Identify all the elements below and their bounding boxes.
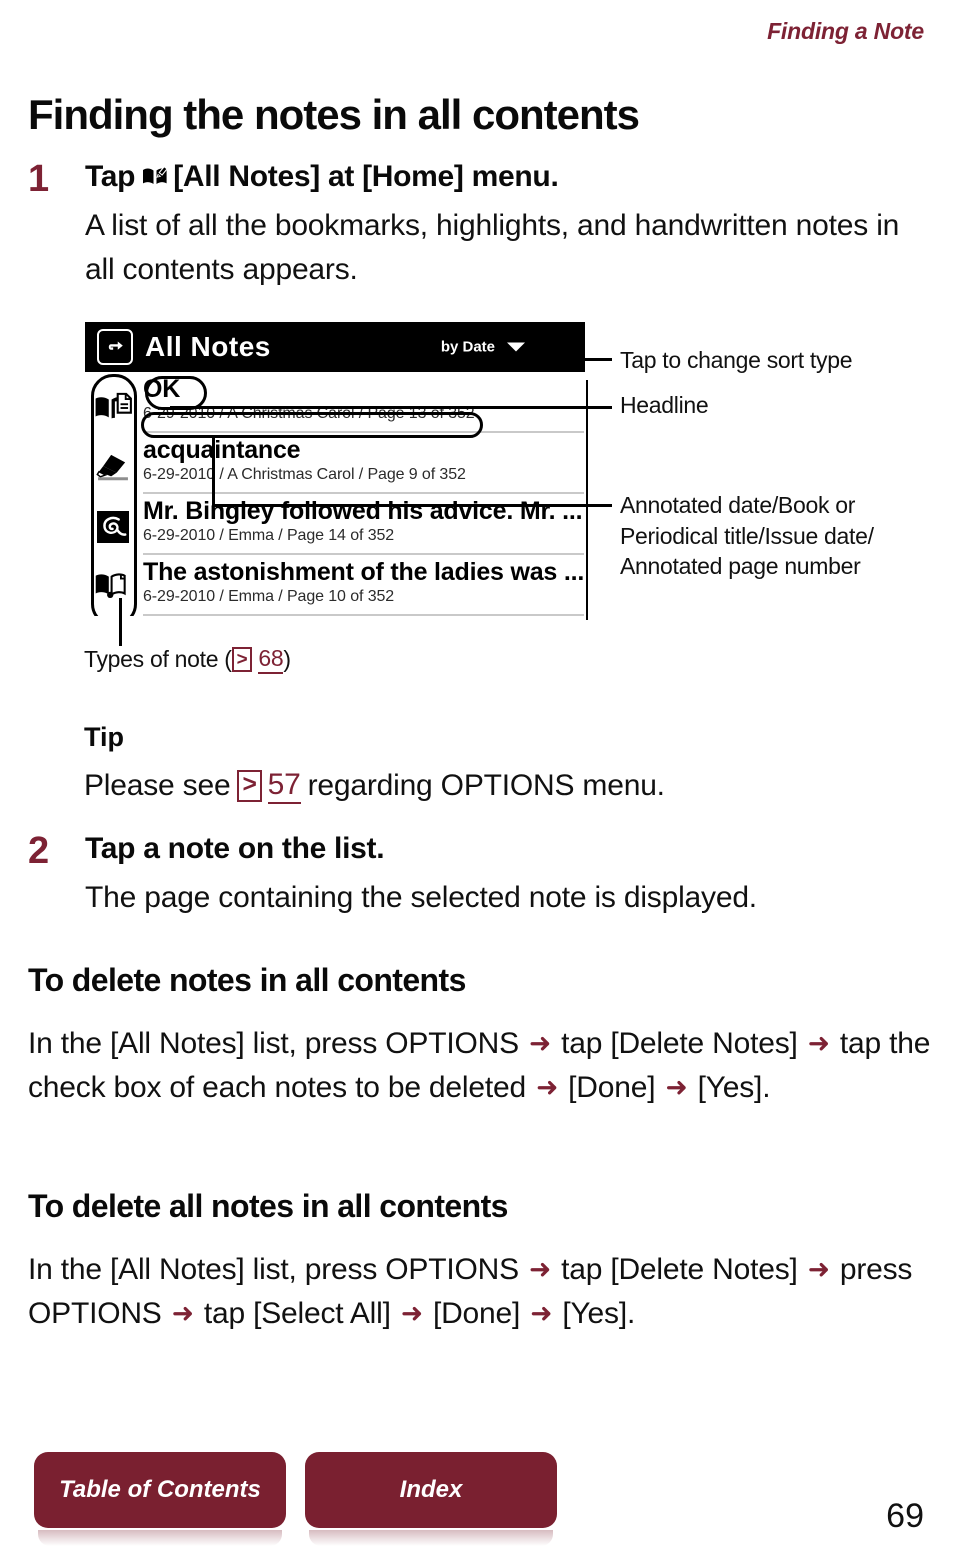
note-title: OK xyxy=(143,375,181,403)
leader-line-headline xyxy=(170,406,612,409)
tip-text-before: Please see xyxy=(84,769,231,802)
arrow-icon: ➜ xyxy=(529,1028,551,1058)
section-1-part-4: [Done] xyxy=(568,1071,656,1105)
page-reference[interactable]: > 68 xyxy=(231,645,284,674)
step-1-heading-post: [All Notes] at [Home] menu. xyxy=(173,160,559,193)
footer-buttons: Table of Contents Index xyxy=(34,1452,557,1546)
section-1-heading: To delete notes in all contents xyxy=(28,962,466,998)
arrow-icon: ➜ xyxy=(807,1254,830,1284)
leader-line-types xyxy=(119,598,122,646)
note-title: The astonishment of the ladies was ... xyxy=(143,558,585,586)
arrow-icon: ➜ xyxy=(665,1072,688,1103)
section-2-part-2: tap [Delete Notes] xyxy=(561,1253,798,1286)
figure-caption-text: Types of note ( xyxy=(84,646,232,672)
section-1-part-5: [Yes]. xyxy=(697,1071,771,1105)
section-2-part-4: tap [Select All] xyxy=(203,1297,391,1331)
step-2-body: The page containing the selected note is… xyxy=(85,881,757,914)
section-2-heading: To delete all notes in all contents xyxy=(28,1188,508,1224)
running-header: Finding a Note xyxy=(767,18,924,44)
section-2-part-1: In the [All Notes] list, press OPTIONS xyxy=(28,1253,519,1286)
step-1-body: A list of all the bookmarks, highlights,… xyxy=(85,209,900,286)
step-2-number: 2 xyxy=(28,830,50,872)
note-list-item[interactable]: The astonishment of the ladies was ... 6… xyxy=(143,555,585,616)
arrow-icon: ➜ xyxy=(530,1298,553,1329)
note-meta: 6-29-2010 / A Christmas Carol / Page 9 o… xyxy=(143,465,466,483)
figure-caption-text-end: ) xyxy=(283,646,291,672)
device-screen-title: All Notes xyxy=(145,331,271,362)
table-of-contents-button[interactable]: Table of Contents xyxy=(34,1452,286,1546)
page-reference[interactable]: > 57 xyxy=(237,768,301,804)
sort-type-control[interactable]: by Date xyxy=(441,339,525,356)
page-reference-number: 68 xyxy=(258,645,284,674)
arrow-icon: ➜ xyxy=(171,1298,194,1329)
step-1-number: 1 xyxy=(28,158,50,200)
device-title-bar: All Notes by Date xyxy=(85,322,585,372)
figure-caption: Types of note ( > 68 ) xyxy=(84,645,291,674)
callout-outline-headline xyxy=(145,376,207,410)
page-title: Finding the notes in all contents xyxy=(28,91,640,139)
index-button[interactable]: Index xyxy=(305,1452,557,1546)
note-meta: 6-29-2010 / Emma / Page 14 of 352 xyxy=(143,526,395,544)
section-1-body: In the [All Notes] list, press OPTIONS ➜… xyxy=(28,1022,933,1110)
book-with-pen-icon xyxy=(142,162,168,186)
back-arrow-icon[interactable] xyxy=(97,329,133,365)
arrow-icon: ➜ xyxy=(400,1298,423,1329)
page-number: 69 xyxy=(886,1497,924,1535)
arrow-icon: ➜ xyxy=(529,1254,551,1284)
sort-type-label: by Date xyxy=(440,338,495,356)
section-1-part-2: tap [Delete Notes] xyxy=(561,1027,798,1060)
callout-outline-meta xyxy=(141,412,483,438)
section-2-part-5: [Done] xyxy=(432,1297,521,1331)
tip-heading: Tip xyxy=(84,722,124,752)
chevron-down-icon xyxy=(507,342,525,352)
step-2-heading: Tap a note on the list. xyxy=(85,832,385,865)
section-2-part-6: [Yes]. xyxy=(562,1297,636,1331)
tip-text-after: regarding OPTIONS menu. xyxy=(307,769,665,802)
arrow-icon: ➜ xyxy=(536,1072,559,1103)
step-1-heading-pre: Tap xyxy=(85,160,136,193)
callout-headline: Headline xyxy=(620,392,709,418)
note-title: Mr. Bingley followed his advice. Mr. ... xyxy=(143,497,583,525)
section-2-body: In the [All Notes] list, press OPTIONS ➜… xyxy=(28,1248,933,1336)
page-reference-icon: > xyxy=(237,770,262,802)
all-notes-screenshot-figure: All Notes by Date OK 6-29-2010 / A Chris… xyxy=(85,322,585,616)
callout-sort-type: Tap to change sort type xyxy=(620,347,853,373)
leader-line-meta-vertical xyxy=(212,435,215,507)
note-list-item[interactable]: acquaintance 6-29-2010 / A Christmas Car… xyxy=(143,433,585,494)
callout-outline-type-column xyxy=(91,374,137,616)
arrow-icon: ➜ xyxy=(807,1028,830,1058)
step-1-heading: Tap [All Notes] at [Home] menu. xyxy=(85,160,928,193)
step-1: 1 Tap [All Notes] at [Home] menu. A list… xyxy=(28,160,928,291)
page-reference-number: 57 xyxy=(267,768,301,804)
page-reference-icon: > xyxy=(231,646,253,673)
section-1-part-1: In the [All Notes] list, press OPTIONS xyxy=(28,1027,519,1060)
leader-line-figure-edge xyxy=(586,380,588,620)
step-2: 2 Tap a note on the list. The page conta… xyxy=(28,832,928,920)
callout-meta: Annotated date/Book or Periodical title/… xyxy=(620,492,874,580)
tip-body: Please see > 57 regarding OPTIONS menu. xyxy=(84,768,665,804)
note-meta: 6-29-2010 / Emma / Page 10 of 352 xyxy=(143,587,395,605)
leader-line-sort xyxy=(527,358,612,361)
leader-line-meta xyxy=(212,504,612,507)
manual-page: Finding a Note Finding the notes in all … xyxy=(0,0,954,1557)
note-title: acquaintance xyxy=(143,436,301,464)
